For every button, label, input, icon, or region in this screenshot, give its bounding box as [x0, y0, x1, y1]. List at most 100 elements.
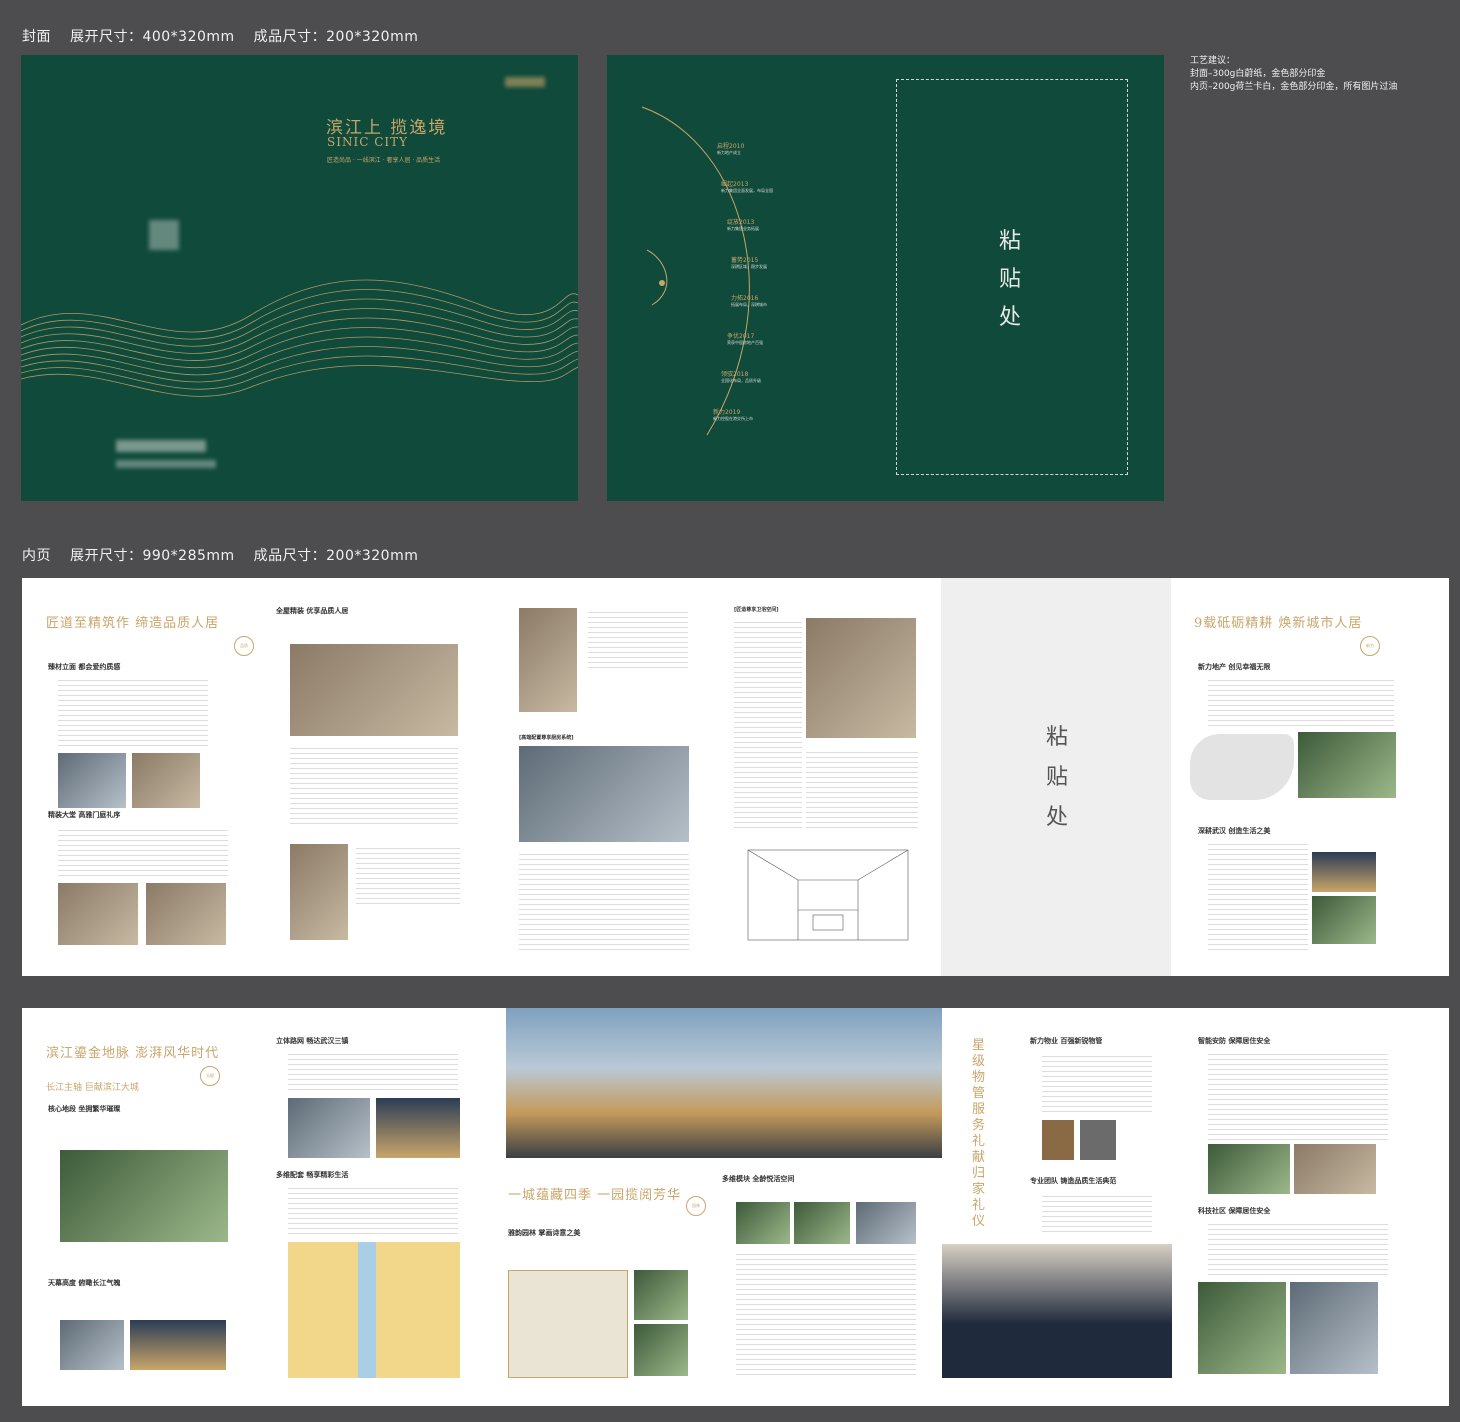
bottom-p6-photo1: [1208, 1144, 1290, 1194]
top-p2-sec1: 全屋精装 优享品质人居: [276, 607, 349, 615]
bottom-p3-photo1: [634, 1270, 688, 1320]
timeline-item: 领驭2018 全国化布局，品质升级: [721, 371, 761, 383]
top-p6-photo2: [1312, 852, 1376, 892]
bottom-p5-text2: [1042, 1192, 1152, 1236]
timeline-item: 绽放2013 新力集团业务拓展: [727, 219, 759, 231]
bottom-p4-photo3: [856, 1202, 916, 1244]
craft-note: 工艺建议： 封面–300g白蔚纸，金色部分印金 内页–200g荷兰卡白，金色部分…: [1190, 55, 1450, 94]
top-p4-sketch: [747, 849, 909, 941]
bottom-p5-sec1: 新力物业 百强新锐物管: [1030, 1037, 1103, 1045]
cover-subtitle: SINIC CITY: [327, 135, 409, 149]
top-p1-sec2: 精装大堂 高雅门庭礼序: [48, 811, 121, 819]
bottom-p4-photo2: [794, 1202, 850, 1244]
bottom-p2-photo2: [376, 1098, 460, 1158]
top-p4-text1: [734, 618, 802, 828]
top-p6-photo1: [1298, 732, 1396, 798]
bottom-p5-staff-photo: [942, 1244, 1172, 1378]
top-p1-sec1: 臻材立面 都会爱约质感: [48, 663, 121, 671]
hero-building-photo: [506, 1008, 942, 1158]
bottom-p4-photo1: [736, 1202, 790, 1244]
bottom-p6-sec2: 科技社区 保障居住安全: [1198, 1207, 1271, 1215]
top-p1-photo1: [58, 753, 126, 808]
top-p4-photo1: [806, 618, 916, 738]
bottom-p4-sec: 多维模块 全龄悦活空间: [722, 1175, 795, 1183]
bottom-p2-sec2: 多维配套 畅享精彩生活: [276, 1171, 349, 1179]
top-p1-badge: 品质: [234, 636, 254, 656]
bottom-p1-photo1: [60, 1150, 228, 1242]
bottom-p1-sec2: 天幕高度 俯瞰长江气魄: [48, 1279, 121, 1287]
address-blur: [116, 460, 216, 468]
timeline-arc: [641, 106, 750, 436]
timeline-item: 蓄势2015 深耕区域，稳步发展: [731, 257, 767, 269]
timeline-item: 力拓2016 拓展布局，深耕城市: [731, 295, 767, 307]
china-map: [1190, 734, 1294, 800]
bottom-p6-text2: [1208, 1220, 1388, 1276]
bottom-p6-text1: [1208, 1050, 1388, 1140]
top-p6-sec2: 深耕武汉 创造生活之美: [1198, 827, 1271, 835]
top-p3-text2: [519, 850, 689, 950]
inner-spread-top: 匠道至精筑作 缔造品质人居 品质 臻材立面 都会爱约质感 精装大堂 高雅门庭礼序…: [22, 578, 1449, 976]
bottom-p1-sec1: 核心地段 坐拥繁华璀璨: [48, 1105, 121, 1113]
bottom-p6-sec1: 智能安防 保障居住安全: [1198, 1037, 1271, 1045]
top-p2-text1: [290, 744, 458, 826]
top-p2-photo1: [290, 644, 458, 736]
timeline-item: 争优2017 荣获中国房地产百强: [727, 333, 763, 345]
top-p6-text2: [1208, 840, 1308, 950]
front-cover: 滨江上 揽逸境 SINIC CITY 匠造尚品 · 一线滨江 · 奢享人居 · …: [21, 55, 578, 501]
top-p6-title: 9载砥砺精耕 焕新城市人居: [1194, 616, 1363, 631]
inner-label-final: 成品尺寸：200*320mm: [253, 548, 419, 564]
top-p1-text1: [58, 676, 208, 746]
top-p6-photo3: [1312, 896, 1376, 944]
bottom-p3-sec: 雅韵园林 掌画诗意之美: [508, 1229, 581, 1237]
paste-text: 粘 贴 处: [999, 229, 1022, 330]
bottom-p6-photo3: [1198, 1282, 1286, 1374]
top-p1-photo2: [132, 753, 200, 808]
bottom-p5-award2: [1080, 1120, 1116, 1160]
bottom-p2-text1: [288, 1050, 458, 1090]
top-p2-text2: [356, 844, 460, 908]
top-p6-badge: 新力: [1360, 636, 1380, 656]
cover-label-final: 成品尺寸：200*320mm: [253, 29, 419, 45]
bottom-p1-photo3: [130, 1320, 226, 1370]
bottom-p3-title: 一城蕴藏四季 一园揽阅芳华: [508, 1188, 682, 1203]
top-p3-photo2: [519, 746, 689, 842]
bottom-p1-title: 滨江鎏金地脉 澎湃风华时代: [46, 1046, 220, 1061]
timeline-item: 新力2019 新力控股在港交所上市: [713, 409, 753, 421]
bottom-p6-photo2: [1294, 1144, 1376, 1194]
inner-label-name: 内页: [22, 548, 51, 564]
cover-logo: [505, 77, 545, 87]
timeline-item: 启程2010 新力地产成立: [717, 143, 745, 155]
cover-label-name: 封面: [22, 29, 51, 45]
craft-title: 工艺建议：: [1190, 56, 1236, 66]
top-p2-photo2: [290, 844, 348, 940]
bottom-p6-photo4: [1290, 1282, 1378, 1374]
bottom-p5-text1: [1042, 1052, 1152, 1112]
top-p3-sec: [高端配置尊享厨房系统]: [519, 735, 574, 741]
bottom-p5-sec2: 专业团队 铸造品质生活典范: [1030, 1177, 1117, 1185]
cover-label-spread: 展开尺寸：400*320mm: [69, 29, 235, 45]
gold-wave-lines: [21, 279, 578, 397]
inner-spread-bottom: 滨江鎏金地脉 澎湃风华时代 长江主轴 巨献滨江大城 天赋 核心地段 坐拥繁华璀璨…: [22, 1008, 1449, 1406]
top-p3-photo1: [519, 608, 577, 712]
river: [358, 1242, 376, 1378]
bottom-p5-title: 星级物管服务 礼献归家礼仪: [972, 1038, 986, 1229]
bottom-p2-sec1: 立体路网 畅达武汉三镇: [276, 1037, 349, 1045]
top-p4-sec: [匠造尊享卫浴空间]: [734, 607, 779, 613]
inner-label: 内页 展开尺寸：990*285mm 成品尺寸：200*320mm: [22, 545, 432, 565]
top-p1-photo3: [58, 883, 138, 945]
craft-line1: 封面–300g白蔚纸，金色部分印金: [1190, 69, 1326, 79]
bottom-p2-map: [288, 1242, 460, 1378]
top-p4-text2: [806, 748, 918, 828]
bottom-p1-badge: 天赋: [200, 1066, 220, 1086]
top-p1-title: 匠道至精筑作 缔造品质人居: [46, 616, 220, 631]
inner-label-spread: 展开尺寸：990*285mm: [69, 548, 235, 564]
bottom-p2-photo1: [288, 1098, 370, 1158]
hotline-blur: [116, 440, 206, 452]
bottom-p4-text: [736, 1250, 916, 1378]
top-p6-sec1: 新力地产 创见幸福无限: [1198, 663, 1271, 671]
craft-line2: 内页–200g荷兰卡白，金色部分印金，所有图片过油: [1190, 82, 1398, 92]
top-p1-text2: [58, 826, 228, 876]
cover-tag: 匠造尚品 · 一线滨江 · 奢享人居 · 品质生活: [327, 157, 441, 164]
back-cover: 启程2010 新力地产成立 崛起2013 新力集团全面发展，布局全国 绽放2013 新…: [607, 55, 1164, 501]
cover-label: 封面 展开尺寸：400*320mm 成品尺寸：200*320mm: [22, 26, 432, 46]
